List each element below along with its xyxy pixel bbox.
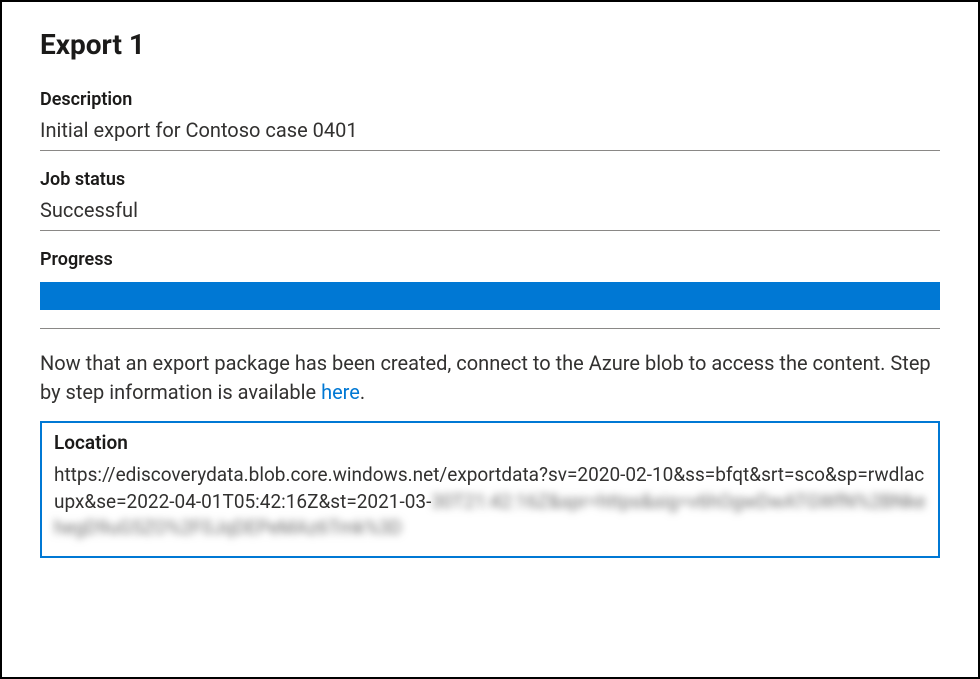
location-url[interactable]: https://ediscoverydata.blob.core.windows… xyxy=(54,462,926,542)
job-status-value: Successful xyxy=(40,198,940,231)
progress-bar-container xyxy=(40,282,940,310)
description-label: Description xyxy=(40,89,940,110)
location-label: Location xyxy=(54,431,926,454)
info-text: Now that an export package has been crea… xyxy=(40,349,940,407)
job-status-label: Job status xyxy=(40,169,940,190)
progress-divider xyxy=(40,328,940,329)
progress-label: Progress xyxy=(40,249,940,270)
location-box: Location https://ediscoverydata.blob.cor… xyxy=(40,421,940,558)
description-section: Description Initial export for Contoso c… xyxy=(40,89,940,151)
info-link-here[interactable]: here xyxy=(321,380,360,404)
progress-bar xyxy=(40,282,940,310)
info-text-after: . xyxy=(360,380,365,404)
progress-section: Progress xyxy=(40,249,940,329)
job-status-section: Job status Successful xyxy=(40,169,940,231)
info-text-before: Now that an export package has been crea… xyxy=(40,351,931,404)
description-value: Initial export for Contoso case 0401 xyxy=(40,118,940,151)
page-title: Export 1 xyxy=(40,28,940,61)
